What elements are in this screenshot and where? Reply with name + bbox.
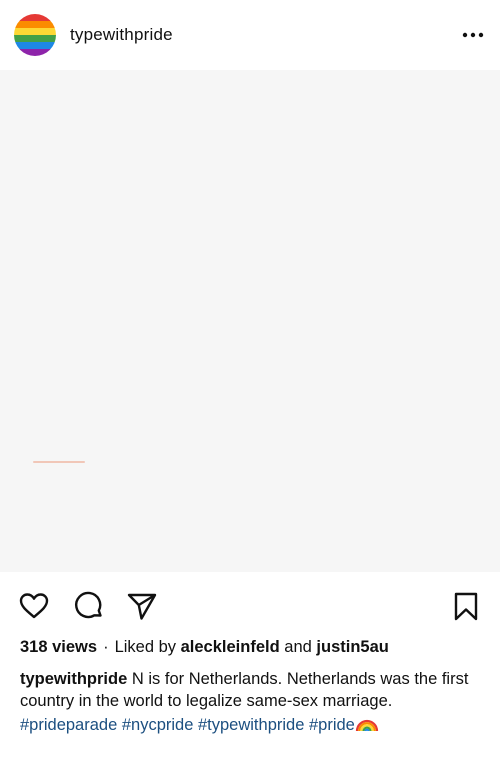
hashtag-link[interactable]: #pride [309,716,355,734]
post-stats: 318 views · Liked by aleckleinfeld and jus… [20,638,389,657]
header-username[interactable]: typewithpride [70,25,173,45]
hashtag-link[interactable]: #prideparade [20,716,117,734]
liked-by-user[interactable]: aleckleinfeld [181,638,280,656]
hashtag-link[interactable]: #typewithpride [198,716,304,734]
bookmark-icon[interactable] [450,590,482,622]
liked-by-user[interactable]: justin5au [316,638,388,656]
image-stroke [33,461,85,463]
caption-username[interactable]: typewithpride [20,670,127,688]
post-image[interactable] [0,70,500,572]
view-count[interactable]: 318 views [20,638,97,656]
action-bar [0,572,500,636]
heart-icon[interactable] [18,590,50,622]
post-header: typewithpride [0,0,500,70]
avatar[interactable] [14,14,56,56]
liked-by-and: and [284,638,312,656]
comment-icon[interactable] [73,590,105,622]
share-icon[interactable] [126,590,158,622]
separator-dot: · [103,638,109,656]
more-options-icon[interactable] [460,22,486,48]
liked-by-label: Liked by [114,638,177,656]
hashtag-link[interactable]: #nycpride [122,716,194,734]
rainbow-icon [355,719,378,732]
post-caption: typewithpride N is for Netherlands. Neth… [20,669,485,737]
